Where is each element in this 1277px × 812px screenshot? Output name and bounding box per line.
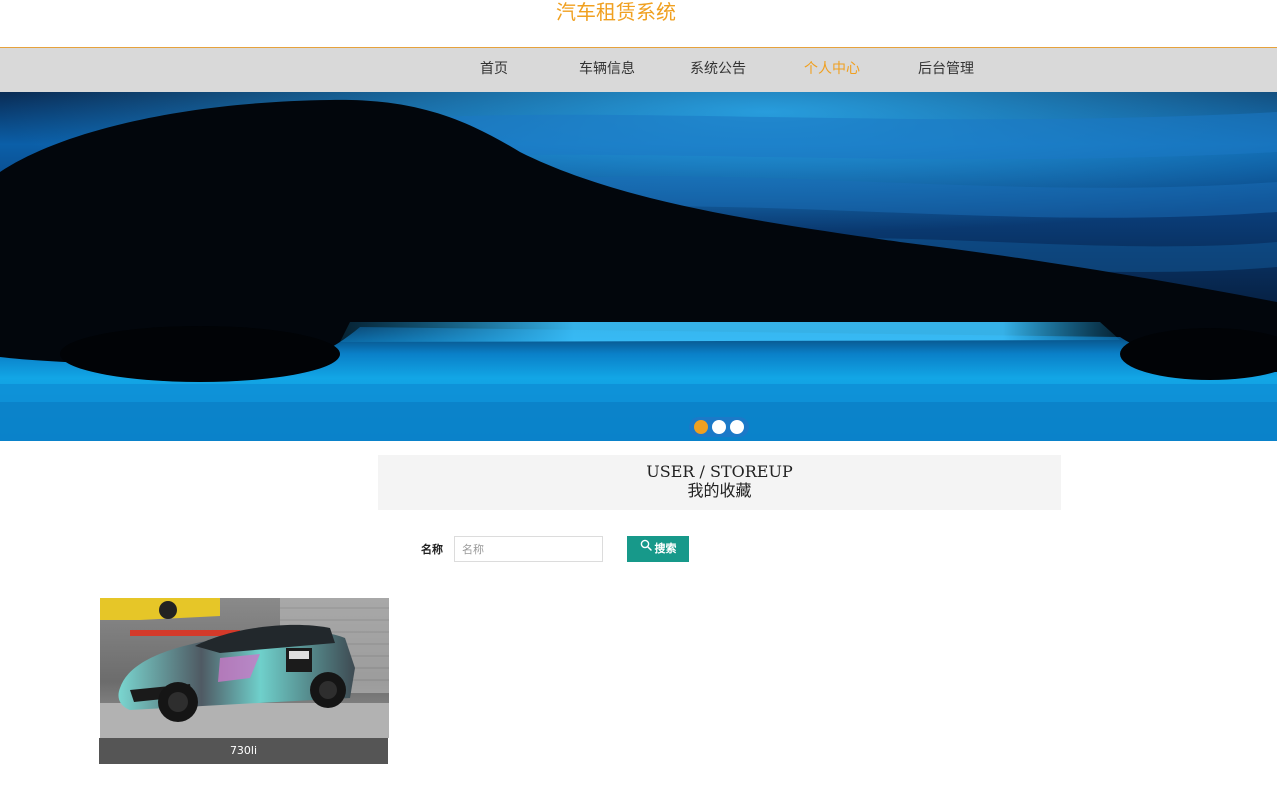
nav-item-user-center[interactable]: 个人中心 (804, 48, 860, 92)
main-navbar: 首页 车辆信息 系统公告 个人中心 后台管理 (0, 48, 1277, 92)
favorite-card-title: 730li (99, 738, 388, 764)
search-icon (640, 535, 652, 561)
section-heading: USER / STOREUP 我的收藏 (378, 455, 1061, 510)
site-header: 汽车租赁系统 (0, 0, 1277, 48)
search-button-label: 搜索 (654, 542, 677, 555)
nav-item-vehicles[interactable]: 车辆信息 (579, 48, 635, 92)
search-input[interactable] (454, 536, 603, 562)
nav-item-admin[interactable]: 后台管理 (918, 48, 974, 92)
carousel-dot-2[interactable] (712, 420, 726, 434)
carousel-dot-3[interactable] (730, 420, 744, 434)
carousel-dot-1[interactable] (694, 420, 708, 434)
banner-carousel[interactable] (0, 92, 1277, 441)
nav-item-home[interactable]: 首页 (480, 48, 508, 92)
section-title-zh: 我的收藏 (687, 481, 752, 500)
search-button[interactable]: 搜索 (627, 536, 689, 562)
search-label: 名称 (421, 543, 443, 556)
carousel-indicators (689, 417, 749, 437)
banner-image (0, 92, 1277, 441)
site-title[interactable]: 汽车租赁系统 (556, 0, 676, 24)
favorite-card-image (100, 598, 389, 738)
section-title-en: USER / STOREUP (646, 462, 793, 481)
favorite-card[interactable]: 730li (99, 597, 389, 766)
nav-item-announcements[interactable]: 系统公告 (690, 48, 746, 92)
